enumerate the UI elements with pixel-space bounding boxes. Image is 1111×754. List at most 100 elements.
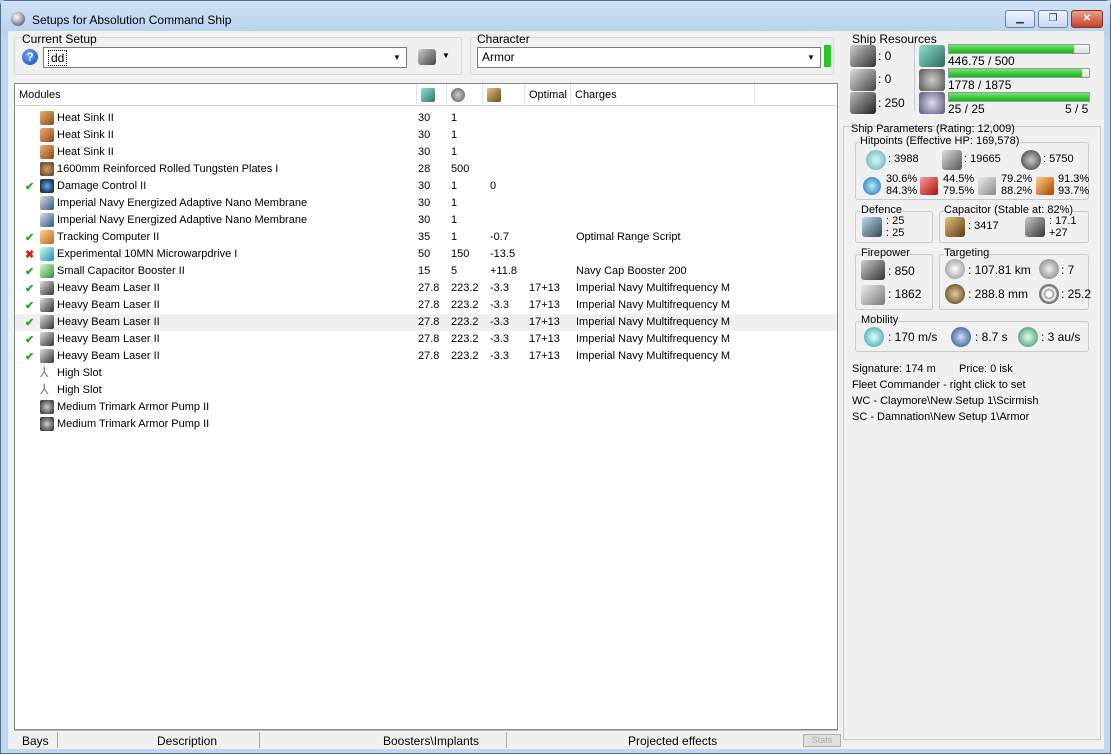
module-optimal: 17+13 bbox=[529, 350, 560, 362]
current-setup-label: Current Setup bbox=[22, 32, 97, 46]
defence-icon bbox=[862, 217, 882, 237]
squad-commander[interactable]: SC - Damnation\New Setup 1\Armor bbox=[852, 411, 1029, 423]
module-charges: Imperial Navy Multifrequency M bbox=[576, 299, 731, 311]
module-row[interactable]: Imperial Navy Energized Adaptive Nano Me… bbox=[15, 212, 837, 229]
module-row[interactable]: Heat Sink II 30 1 bbox=[15, 110, 837, 127]
turret-icon bbox=[850, 45, 876, 67]
module-powergrid: 223.2 bbox=[451, 282, 479, 294]
stats-button[interactable]: Stats bbox=[803, 734, 841, 747]
module-laser-icon bbox=[40, 349, 54, 363]
ship-menu-icon[interactable] bbox=[418, 49, 436, 65]
volley-icon bbox=[861, 285, 885, 305]
client-area: Current Setup ? dd ▼ ▼ Character Armor ▼… bbox=[8, 31, 1104, 749]
armor-hp: : 19665 bbox=[964, 153, 1001, 165]
module-row[interactable]: ✖ Experimental 10MN Microwarpdrive I 50 150… bbox=[15, 246, 837, 263]
drone-bay-value: : 250 bbox=[878, 96, 905, 110]
module-row[interactable]: ✔ Heavy Beam Laser II 27.8 223.2 -3.3 17+13 Im… bbox=[15, 280, 837, 297]
warp-speed: : 3 au/s bbox=[1041, 330, 1081, 344]
module-status-icon: ✔ bbox=[25, 283, 35, 295]
module-row[interactable]: 1600mm Reinforced Rolled Tungsten Plates… bbox=[15, 161, 837, 178]
module-row[interactable]: ✔ Heavy Beam Laser II 27.8 223.2 -3.3 17+13 Im… bbox=[15, 348, 837, 365]
module-slot-icon bbox=[40, 364, 54, 381]
module-row[interactable]: ✔ Small Capacitor Booster II 15 5 +11.8 Navy … bbox=[15, 263, 837, 280]
window-title: Setups for Absolution Command Ship bbox=[32, 13, 232, 27]
col-powergrid[interactable] bbox=[447, 84, 483, 106]
drone-bay-icon bbox=[850, 92, 876, 114]
defence-value-2: : 25 bbox=[886, 227, 905, 239]
projected-effects-tab[interactable]: Projected effects bbox=[628, 734, 717, 748]
col-charges[interactable]: Charges bbox=[571, 84, 755, 106]
description-tab[interactable]: Description bbox=[157, 734, 217, 748]
module-row[interactable]: Imperial Navy Energized Adaptive Nano Me… bbox=[15, 195, 837, 212]
module-row[interactable]: High Slot bbox=[15, 364, 837, 382]
powergrid-icon bbox=[451, 88, 465, 102]
thermal-resist-a: 44.5% bbox=[943, 173, 975, 185]
col-modules[interactable]: Modules bbox=[15, 84, 417, 106]
modules-header: Modules Optimal Charges bbox=[15, 84, 837, 106]
module-status-icon: ✔ bbox=[25, 351, 35, 363]
fleet-commander[interactable]: Fleet Commander - right click to set bbox=[852, 379, 1026, 391]
chevron-down-icon: ▼ bbox=[807, 53, 815, 62]
module-name: Damage Control II bbox=[57, 180, 147, 192]
module-powergrid: 223.2 bbox=[451, 350, 479, 362]
module-powergrid: 150 bbox=[451, 248, 470, 260]
close-button[interactable]: ✕ bbox=[1071, 10, 1103, 28]
module-name: Heavy Beam Laser II bbox=[57, 299, 160, 311]
module-row[interactable]: High Slot bbox=[15, 381, 837, 399]
powergrid-icon bbox=[919, 69, 945, 91]
module-row[interactable]: ✔ Tracking Computer II 35 1 -0.7 Optimal Rang… bbox=[15, 229, 837, 246]
col-optimal[interactable]: Optimal bbox=[525, 84, 571, 106]
module-name: Heavy Beam Laser II bbox=[57, 316, 160, 328]
module-name: Heavy Beam Laser II bbox=[57, 350, 160, 362]
maximize-button[interactable]: ❐ bbox=[1038, 10, 1068, 28]
module-row[interactable]: Heat Sink II 30 1 bbox=[15, 144, 837, 161]
divider bbox=[57, 732, 58, 748]
bays-tab[interactable]: Bays bbox=[22, 734, 49, 748]
module-cpu: 27.8 bbox=[418, 350, 440, 362]
capacitor-delta: +27 bbox=[1049, 227, 1068, 239]
modules-list[interactable]: Modules Optimal Charges Heat Sink II 30 1 H… bbox=[14, 83, 838, 730]
defence-value-1: : 25 bbox=[886, 215, 905, 227]
ship-menu-chevron-icon[interactable]: ▼ bbox=[442, 51, 450, 60]
powergrid-bar bbox=[948, 68, 1090, 78]
module-row[interactable]: Heat Sink II 30 1 bbox=[15, 127, 837, 144]
minimize-button[interactable]: ▁ bbox=[1005, 10, 1035, 28]
module-comp-icon bbox=[40, 230, 54, 244]
launcher-icon bbox=[850, 69, 876, 91]
module-capacitor: -0.7 bbox=[490, 231, 509, 243]
module-cpu: 30 bbox=[418, 197, 431, 209]
sensor-strength: : 25.2 bbox=[1061, 287, 1092, 301]
help-icon[interactable]: ? bbox=[22, 49, 38, 65]
module-row[interactable]: Medium Trimark Armor Pump II bbox=[15, 399, 837, 416]
module-name: Imperial Navy Energized Adaptive Nano Me… bbox=[57, 214, 308, 226]
scan-resolution: : 288.8 mm bbox=[968, 287, 1029, 301]
module-name: Small Capacitor Booster II bbox=[57, 265, 185, 277]
boosters-tab[interactable]: Boosters\Implants bbox=[383, 734, 479, 748]
character-select[interactable]: Armor ▼ bbox=[477, 47, 821, 68]
module-name: Heavy Beam Laser II bbox=[57, 282, 160, 294]
col-capacitor[interactable] bbox=[483, 84, 525, 106]
launcher-slots-value: : 0 bbox=[878, 72, 892, 86]
targeting-title: Targeting bbox=[944, 247, 990, 259]
module-laser-icon bbox=[40, 315, 54, 329]
dps-icon bbox=[861, 260, 885, 280]
col-cpu[interactable] bbox=[417, 84, 447, 106]
title-bar[interactable]: Setups for Absolution Command Ship ▁ ❐ ✕ bbox=[1, 1, 1110, 35]
module-row[interactable]: ✔ Heavy Beam Laser II 27.8 223.2 -3.3 17+13 Im… bbox=[15, 314, 837, 331]
module-mwd-icon bbox=[40, 247, 54, 261]
module-name: Heat Sink II bbox=[57, 146, 114, 158]
hitpoints-title: Hitpoints (Effective HP: 169,578) bbox=[860, 135, 1020, 147]
wing-commander[interactable]: WC - Claymore\New Setup 1\Scirmish bbox=[852, 395, 1038, 407]
module-powergrid: 1 bbox=[451, 112, 458, 124]
align-time-icon bbox=[951, 327, 971, 347]
module-charges: Imperial Navy Multifrequency M bbox=[576, 333, 731, 345]
module-row[interactable]: ✔ Heavy Beam Laser II 27.8 223.2 -3.3 17+13 Im… bbox=[15, 297, 837, 314]
module-row[interactable]: Medium Trimark Armor Pump II bbox=[15, 416, 837, 433]
module-row[interactable]: ✔ Heavy Beam Laser II 27.8 223.2 -3.3 17+13 Im… bbox=[15, 331, 837, 348]
shield-hp: : 3988 bbox=[888, 153, 919, 165]
turret-slots-value: : 0 bbox=[878, 49, 892, 63]
module-powergrid: 1 bbox=[451, 129, 458, 141]
module-powergrid: 500 bbox=[451, 163, 470, 175]
module-row[interactable]: ✔ Damage Control II 30 1 0 bbox=[15, 178, 837, 195]
setup-select[interactable]: dd ▼ bbox=[43, 47, 407, 68]
